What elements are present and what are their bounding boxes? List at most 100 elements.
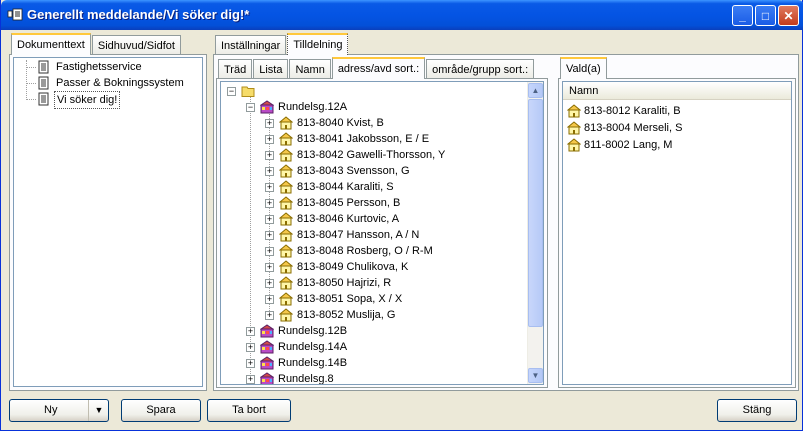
tab-installningar[interactable]: Inställningar [215, 35, 287, 55]
house-icon [567, 138, 581, 152]
list-item[interactable]: 813-8004 Merseli, S [567, 120, 787, 136]
left-tabstrip: Dokumenttext Sidhuvud/Sidfot [11, 33, 182, 55]
tree-node-label: 813-8041 Jakobsson, E / E [297, 133, 430, 145]
expand-icon[interactable]: + [246, 375, 255, 384]
tree-node-label: 813-8047 Hansson, A / N [297, 229, 420, 241]
maximize-icon: □ [761, 8, 770, 23]
tree-item[interactable]: +813-8052 Muslija, G [221, 307, 521, 323]
tree-item[interactable]: +813-8051 Sopa, X / X [221, 291, 521, 307]
close-button[interactable]: Stäng [717, 399, 797, 422]
selected-list[interactable]: Namn 813-8012 Karaliti, B 813-8004 Mersel… [562, 81, 792, 385]
scroll-down-button[interactable]: ▼ [528, 368, 543, 383]
house-icon [279, 132, 293, 146]
expand-icon[interactable]: + [265, 247, 274, 256]
tree-group[interactable]: − Rundelsg.12A [221, 99, 521, 115]
remove-button[interactable]: Ta bort [207, 399, 291, 422]
list-item-label: Passer & Bokningssystem [56, 77, 184, 89]
tab-valda[interactable]: Vald(a) [560, 57, 607, 79]
tree-item[interactable]: +813-8048 Rosberg, O / R-M [221, 243, 521, 259]
expand-icon[interactable]: + [265, 311, 274, 320]
tab-sidhuvud-sidfot[interactable]: Sidhuvud/Sidfot [91, 35, 181, 55]
tree-item[interactable]: +813-8042 Gawelli-Thorsson, Y [221, 147, 521, 163]
scroll-up-button[interactable]: ▲ [528, 83, 543, 98]
save-button[interactable]: Spara [121, 399, 201, 422]
tab-omrade-grupp-sort[interactable]: område/grupp sort.: [426, 59, 535, 79]
tab-dokumenttext[interactable]: Dokumenttext [11, 33, 91, 55]
expand-icon[interactable]: + [246, 359, 255, 368]
chevron-up-icon: ▲ [531, 86, 540, 95]
new-button-label: Ny [44, 404, 58, 416]
tree-scrollbar[interactable]: ▲ ▼ [527, 82, 543, 384]
expand-icon[interactable]: + [265, 263, 274, 272]
expand-icon[interactable]: + [265, 279, 274, 288]
tree-group[interactable]: + Rundelsg.14B [221, 355, 521, 371]
tree-node-label: 813-8040 Kvist, B [297, 117, 384, 129]
expand-icon[interactable]: + [265, 199, 274, 208]
tree-node-label: Rundelsg.8 [278, 373, 334, 385]
top-tabstrip: Inställningar Tilldelning [215, 33, 349, 55]
tree-group[interactable]: + Rundelsg.14A [221, 339, 521, 355]
expand-icon[interactable]: + [265, 119, 274, 128]
document-icon [38, 60, 49, 74]
tab-trad[interactable]: Träd [218, 59, 253, 79]
building-icon [260, 324, 274, 338]
house-icon [567, 104, 581, 118]
expand-icon[interactable]: + [265, 135, 274, 144]
tree-node-label: 813-8051 Sopa, X / X [297, 293, 403, 305]
tree-item[interactable]: +813-8044 Karaliti, S [221, 179, 521, 195]
list-item[interactable]: 813-8012 Karaliti, B [567, 103, 787, 119]
minimize-button[interactable]: _ [732, 5, 753, 26]
tree-item[interactable]: +813-8049 Chulikova, K [221, 259, 521, 275]
document-list[interactable]: Fastighetsservice Passer & Bokningssyste… [13, 57, 203, 387]
list-item-label: Vi söker dig! [54, 91, 121, 109]
tree-node-label: 813-8045 Persson, B [297, 197, 401, 209]
tree-area: − − Rundelsg.12A +813-8040 Kvist, B +813-804… [221, 82, 528, 384]
window-title: Generellt meddelande/Vi söker dig!* [27, 7, 250, 22]
tree-group[interactable]: + Rundelsg.8 [221, 371, 521, 385]
left-tab-panel: Fastighetsservice Passer & Bokningssyste… [9, 54, 207, 391]
maximize-button[interactable]: □ [755, 5, 776, 26]
new-button[interactable]: Ny ▼ [9, 399, 109, 422]
tree-item[interactable]: +813-8040 Kvist, B [221, 115, 521, 131]
expand-icon[interactable]: + [246, 343, 255, 352]
tree-node-label: Rundelsg.14A [278, 341, 348, 353]
collapse-icon[interactable]: − [246, 103, 255, 112]
tab-tilldelning[interactable]: Tilldelning [287, 33, 349, 55]
selected-area: 813-8012 Karaliti, B 813-8004 Merseli, S 8… [563, 101, 791, 381]
expand-icon[interactable]: + [265, 167, 274, 176]
collapse-icon[interactable]: − [227, 87, 236, 96]
list-item[interactable]: 811-8002 Lang, M [567, 137, 787, 153]
expand-icon[interactable]: + [265, 215, 274, 224]
tree-item[interactable]: +813-8050 Hajrizi, R [221, 275, 521, 291]
expand-icon[interactable]: + [246, 327, 255, 336]
tree-item[interactable]: +813-8046 Kurtovic, A [221, 211, 521, 227]
list-item-label: 813-8004 Merseli, S [584, 122, 683, 134]
tab-adress-avd-sort[interactable]: adress/avd sort.: [331, 57, 426, 79]
expand-icon[interactable]: + [265, 295, 274, 304]
building-icon [260, 356, 274, 370]
tree-view[interactable]: − − Rundelsg.12A +813-8040 Kvist, B +813-804… [220, 81, 544, 385]
tree-item[interactable]: +813-8045 Persson, B [221, 195, 521, 211]
tab-namn[interactable]: Namn [289, 59, 331, 79]
view-tabstrip: Träd Lista Namn adress/avd sort.: område… [218, 57, 535, 79]
tree-item[interactable]: +813-8043 Svensson, G [221, 163, 521, 179]
expand-icon[interactable]: + [265, 151, 274, 160]
close-window-button[interactable]: ✕ [778, 5, 799, 26]
tree-group[interactable]: + Rundelsg.12B [221, 323, 521, 339]
tree-tab-panel: − − Rundelsg.12A +813-8040 Kvist, B +813-804… [216, 78, 548, 388]
tree-root[interactable]: − [221, 83, 521, 99]
dropdown-arrow-icon[interactable]: ▼ [88, 400, 109, 421]
tab-lista[interactable]: Lista [253, 59, 289, 79]
house-icon [279, 260, 293, 274]
tree-node-label: 813-8049 Chulikova, K [297, 261, 409, 273]
tree-item[interactable]: +813-8047 Hansson, A / N [221, 227, 521, 243]
expand-icon[interactable]: + [265, 183, 274, 192]
title-bar[interactable]: Generellt meddelande/Vi söker dig!* _ □ … [1, 0, 803, 30]
tree-node-label: 813-8043 Svensson, G [297, 165, 410, 177]
tree-node-label: 813-8042 Gawelli-Thorsson, Y [297, 149, 446, 161]
expand-icon[interactable]: + [265, 231, 274, 240]
scroll-thumb[interactable] [528, 99, 543, 327]
house-icon [279, 244, 293, 258]
column-header-namn[interactable]: Namn [563, 82, 791, 100]
tree-item[interactable]: +813-8041 Jakobsson, E / E [221, 131, 521, 147]
